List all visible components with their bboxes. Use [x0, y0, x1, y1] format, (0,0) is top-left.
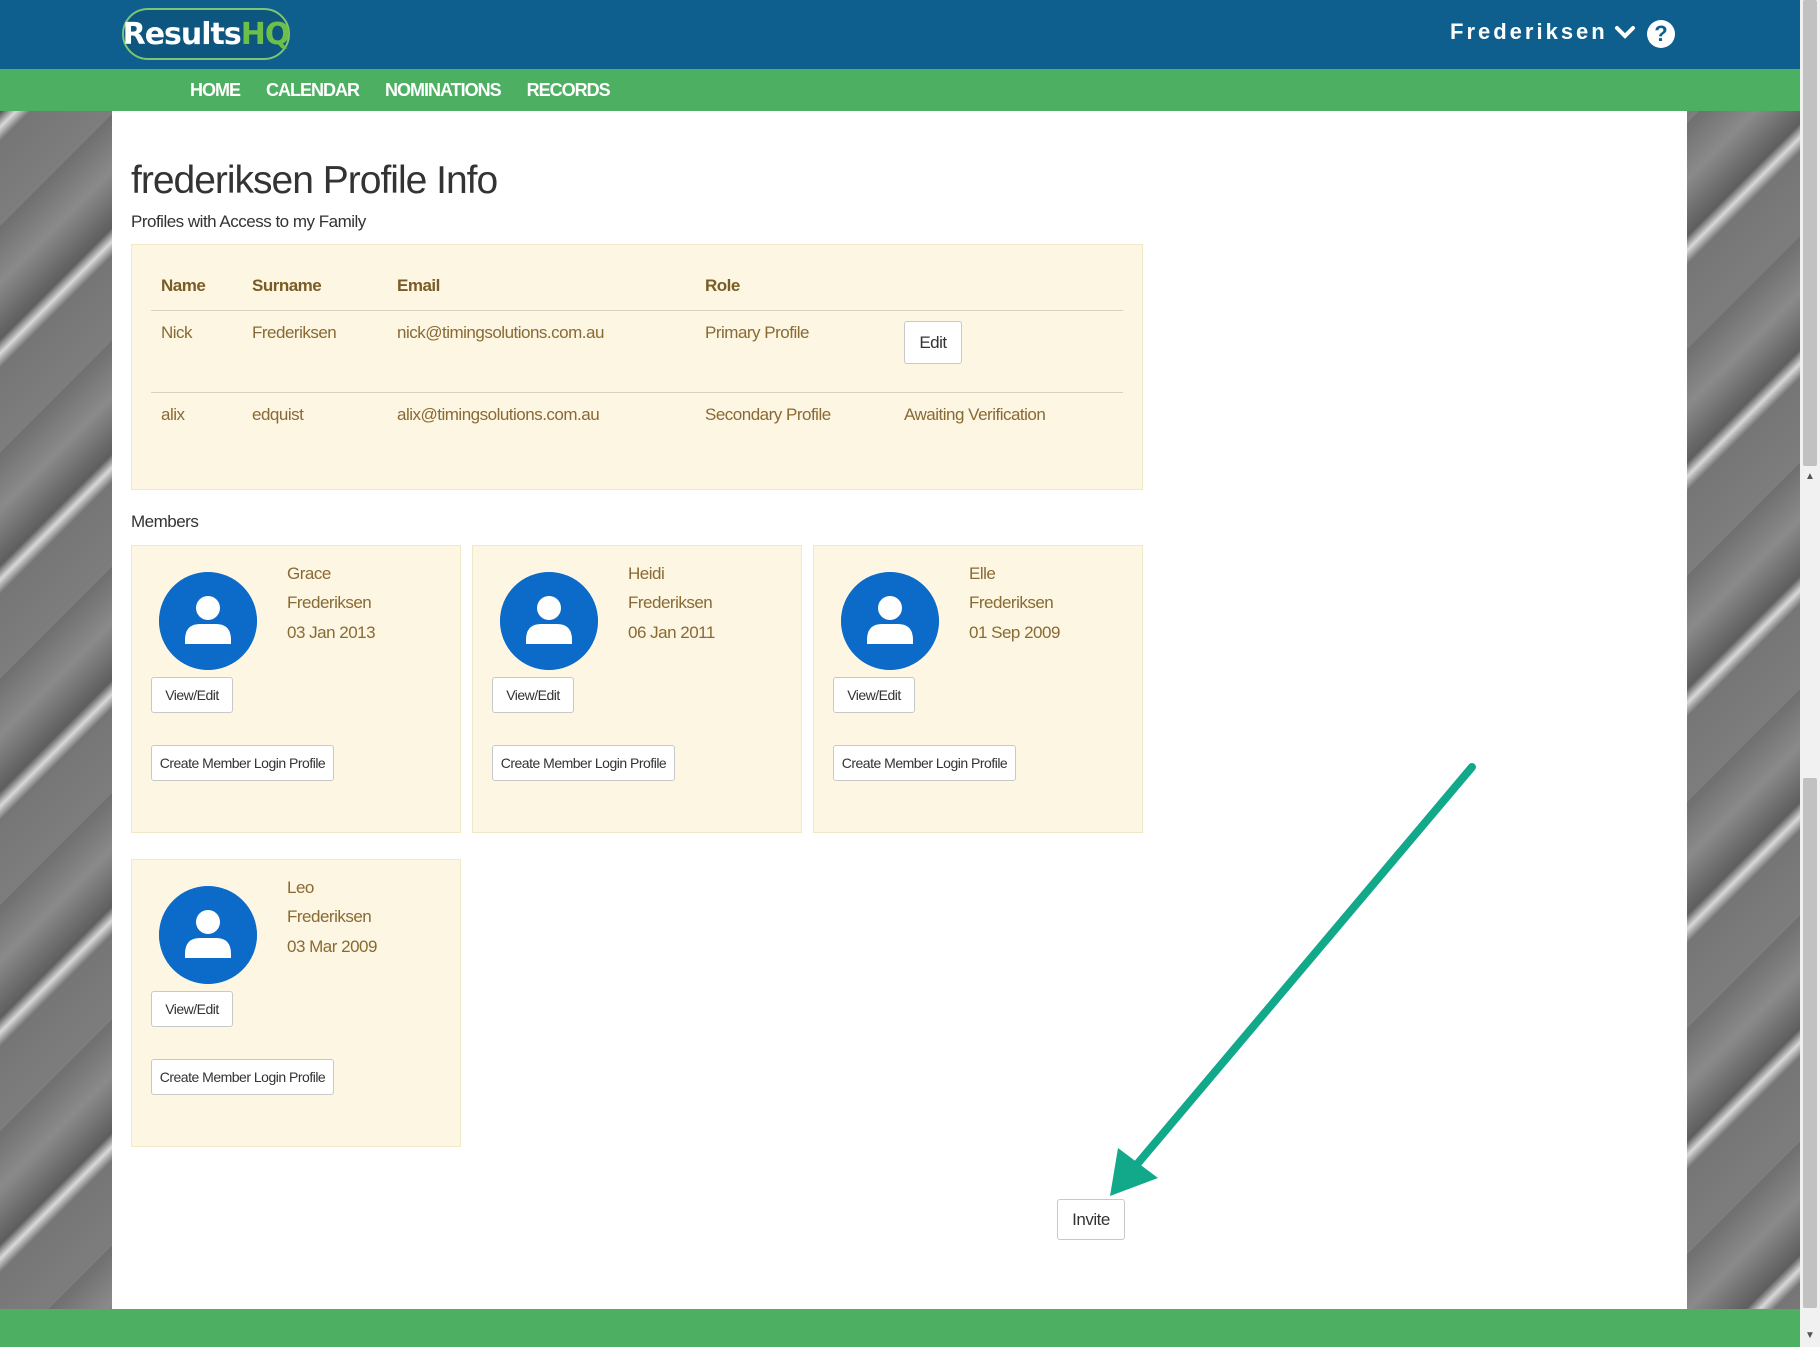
- table-divider: [151, 392, 1123, 393]
- view-edit-button[interactable]: View/Edit: [151, 677, 233, 713]
- member-dob: 01 Sep 2009: [969, 623, 1060, 642]
- column-header-surname: Surname: [252, 276, 322, 295]
- user-menu[interactable]: Frederiksen: [1450, 16, 1636, 48]
- nav-item-home[interactable]: HOME: [190, 80, 241, 101]
- user-avatar-icon: [500, 572, 598, 670]
- member-last-name: Frederiksen: [628, 593, 713, 612]
- view-edit-button[interactable]: View/Edit: [492, 677, 574, 713]
- member-first-name: Elle: [969, 564, 996, 583]
- member-first-name: Heidi: [628, 564, 665, 583]
- page-title: frederiksen Profile Info: [131, 159, 498, 202]
- scroll-up-arrow-icon[interactable]: ▲: [1804, 471, 1816, 483]
- nav-item-calendar[interactable]: CALENDAR: [266, 80, 360, 101]
- logo-text-accent: HQ: [240, 16, 291, 52]
- row-surname: edquist: [252, 405, 304, 424]
- member-card: Elle Frederiksen 01 Sep 2009 View/Edit C…: [813, 545, 1143, 833]
- page-scrollbar[interactable]: ▲ ▼: [1800, 0, 1820, 1347]
- nav-item-nominations[interactable]: NOMINATIONS: [385, 80, 502, 101]
- view-edit-button[interactable]: View/Edit: [833, 677, 915, 713]
- logo-text-main: Results: [122, 16, 242, 52]
- view-edit-button[interactable]: View/Edit: [151, 991, 233, 1027]
- user-name: Frederiksen: [1450, 19, 1608, 44]
- access-table: Name Surname Email Role Nick Frederiksen…: [131, 244, 1143, 490]
- create-login-button[interactable]: Create Member Login Profile: [833, 745, 1016, 781]
- row-role: Primary Profile: [705, 323, 809, 342]
- member-first-name: Leo: [287, 878, 314, 897]
- row-email: alix@timingsolutions.com.au: [397, 405, 600, 424]
- create-login-button[interactable]: Create Member Login Profile: [151, 1059, 334, 1095]
- row-name: alix: [161, 405, 185, 424]
- verification-status: Awaiting Verification: [904, 405, 1046, 424]
- user-avatar-icon: [159, 572, 257, 670]
- row-role: Secondary Profile: [705, 405, 831, 424]
- arrow-annotation-icon: [1110, 763, 1476, 1196]
- member-first-name: Grace: [287, 564, 331, 583]
- help-icon[interactable]: ?: [1647, 20, 1675, 48]
- user-avatar-icon: [159, 886, 257, 984]
- nav-item-records[interactable]: RECORDS: [527, 80, 611, 101]
- member-last-name: Frederiksen: [969, 593, 1054, 612]
- column-header-name: Name: [161, 276, 206, 295]
- column-header-email: Email: [397, 276, 440, 295]
- resultshq-logo[interactable]: Results HQ: [122, 8, 290, 60]
- access-heading: Profiles with Access to my Family: [131, 212, 366, 231]
- top-bar: Results HQ Frederiksen ?: [0, 0, 1800, 69]
- row-name: Nick: [161, 323, 193, 342]
- column-header-role: Role: [705, 276, 740, 295]
- footer-bar: [0, 1309, 1800, 1347]
- create-login-button[interactable]: Create Member Login Profile: [492, 745, 675, 781]
- member-card: Leo Frederiksen 03 Mar 2009 View/Edit Cr…: [131, 859, 461, 1147]
- member-dob: 06 Jan 2011: [628, 623, 715, 642]
- member-last-name: Frederiksen: [287, 907, 372, 926]
- members-heading: Members: [131, 512, 199, 531]
- member-last-name: Frederiksen: [287, 593, 372, 612]
- member-dob: 03 Jan 2013: [287, 623, 376, 642]
- member-dob: 03 Mar 2009: [287, 937, 377, 956]
- scrollbar-thumb[interactable]: [1803, 778, 1817, 1308]
- main-nav: HOME CALENDAR NOMINATIONS RECORDS: [0, 69, 1800, 111]
- create-login-button[interactable]: Create Member Login Profile: [151, 745, 334, 781]
- invite-button[interactable]: Invite: [1057, 1199, 1125, 1240]
- edit-button[interactable]: Edit: [904, 321, 962, 364]
- user-avatar-icon: [841, 572, 939, 670]
- row-surname: Frederiksen: [252, 323, 337, 342]
- table-divider: [151, 310, 1123, 311]
- scrollbar-thumb[interactable]: [1803, 0, 1817, 466]
- chevron-down-icon: [1614, 26, 1635, 39]
- member-card: Grace Frederiksen 03 Jan 2013 View/Edit …: [131, 545, 461, 833]
- scroll-down-arrow-icon[interactable]: ▼: [1804, 1330, 1816, 1342]
- member-card: Heidi Frederiksen 06 Jan 2011 View/Edit …: [472, 545, 802, 833]
- row-email: nick@timingsolutions.com.au: [397, 323, 604, 342]
